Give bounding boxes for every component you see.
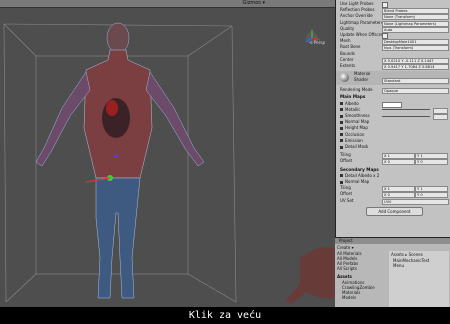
- map-label: Height Map: [345, 125, 368, 131]
- rendering-mode-label: Rendering Mode: [340, 87, 373, 93]
- field-label: Reflection Probes: [340, 7, 375, 13]
- offset-row: Offset X 0Y 0: [336, 158, 450, 166]
- map-label: Albedo: [345, 100, 359, 106]
- texture-slot-icon[interactable]: [340, 174, 343, 178]
- inspector-row: Quality Auto: [336, 25, 450, 33]
- field-label: Tiling: [340, 185, 351, 191]
- scene-render: [3, 22, 335, 304]
- project-tabbar: Project: [335, 238, 450, 244]
- inspector-row: Update When Offscreen: [336, 32, 450, 39]
- map-label: Emission: [345, 137, 363, 143]
- map-label: Smoothness: [345, 113, 370, 118]
- secondary-map-row: Normal Map: [336, 179, 450, 185]
- project-breadcrumb: Assets ▸ Scenes: [391, 252, 423, 257]
- map-row: Occlusion: [336, 132, 450, 138]
- texture-slot-icon[interactable]: [340, 114, 343, 118]
- map-row: Smoothness: [336, 113, 450, 120]
- tiling-row: Tiling X 1Y 1: [336, 152, 450, 160]
- map-label: Detail Albedo x 2: [345, 172, 380, 178]
- scene-toolbar: Gizmos ▾: [0, 0, 335, 8]
- texture-slot-icon[interactable]: [340, 120, 343, 124]
- inspector-row: Reflection Probes Blend Probes: [336, 7, 450, 15]
- shader-dropdown[interactable]: Standard: [382, 78, 449, 85]
- asset-folder[interactable]: Models: [337, 295, 387, 300]
- map-row: Metallic: [336, 106, 450, 114]
- texture-slot-icon[interactable]: [340, 133, 343, 137]
- project-tree: All Materials All Models All Prefabs All Sc…: [337, 251, 387, 300]
- uv-set-row: UV Set UV0: [336, 197, 450, 205]
- inspector-row: Anchor Override None (Transform): [336, 13, 450, 21]
- map-row: Normal Map: [336, 119, 450, 125]
- field-label: Update When Offscreen: [340, 32, 388, 37]
- add-component-button[interactable]: Add Component: [366, 206, 423, 216]
- map-row: Height Map: [336, 125, 450, 131]
- field-label: Quality: [340, 25, 355, 31]
- material-header: Material Shader Standard: [336, 71, 450, 86]
- field-label: Root Bone: [340, 44, 361, 50]
- material-preview-icon: [340, 73, 349, 83]
- field-label: Anchor Override: [340, 13, 373, 19]
- map-label: Occlusion: [345, 131, 365, 137]
- map-row: Detail Mask: [336, 144, 450, 150]
- texture-slot-icon[interactable]: [340, 180, 343, 184]
- inspector-row: Mesh DesktopMale1001: [336, 38, 450, 46]
- click-to-enlarge-caption[interactable]: Klik za veću: [0, 307, 450, 324]
- inspector-row: Extents X 0.9417 Y 1.7084 Z 0.6814: [336, 63, 450, 70]
- tab-project[interactable]: Project: [335, 238, 353, 243]
- rendering-mode-row: Rendering Mode Opaque: [336, 87, 450, 95]
- field-label: Mesh: [340, 38, 351, 44]
- gizmos-dropdown[interactable]: Gizmos ▾: [242, 0, 265, 7]
- map-label: Normal Map: [345, 179, 370, 184]
- vector-field[interactable]: Y 0: [415, 159, 448, 166]
- field-label: Center: [340, 56, 354, 62]
- tiling-row-secondary: Tiling X 1Y 1: [336, 185, 450, 193]
- inspector-row: Center X 0.0210 Y -0.111 Z 0.1447: [336, 56, 450, 64]
- texture-slot-icon[interactable]: [340, 108, 343, 112]
- inspector-row: Bounds: [336, 51, 450, 57]
- main-maps-title: Main Maps: [340, 94, 366, 100]
- rendering-mode-dropdown[interactable]: Opaque: [382, 88, 449, 95]
- field-label: Extents: [340, 63, 356, 68]
- slider[interactable]: [382, 109, 430, 111]
- field-label: Tiling: [340, 152, 351, 158]
- shader-label: Shader: [354, 77, 369, 83]
- field-label: Bounds: [340, 50, 355, 56]
- persp-label[interactable]: < Persp: [309, 40, 325, 45]
- texture-slot-icon[interactable]: [340, 145, 343, 149]
- uv-set-dropdown[interactable]: UV0: [382, 198, 449, 205]
- secondary-map-row: Detail Albedo x 2: [336, 173, 450, 179]
- inspector-row: Use Light Probes: [336, 1, 450, 8]
- create-button[interactable]: Create ▾: [337, 245, 354, 250]
- offset-row-secondary: Offset X 0Y 0: [336, 191, 450, 199]
- texture-slot-icon[interactable]: [340, 126, 343, 130]
- field-label: Offset: [340, 191, 353, 197]
- field-value[interactable]: X 0.9417 Y 1.7084 Z 0.6814: [382, 64, 449, 70]
- map-label: Normal Map: [345, 119, 370, 125]
- field-label: Use Light Probes: [340, 1, 374, 6]
- vector-field[interactable]: X 0: [382, 159, 415, 166]
- map-label: Detail Mask: [345, 144, 369, 149]
- slider[interactable]: [382, 115, 430, 117]
- secondary-maps-title: Secondary Maps: [340, 166, 379, 172]
- project-files: Assets ▸ Scenes MainMechanicTest Menu: [389, 251, 449, 307]
- map-label: Metallic: [345, 106, 361, 112]
- map-row: Albedo: [336, 100, 450, 108]
- uv-set-label: UV Set: [340, 197, 354, 203]
- field-label: Offset: [340, 158, 353, 164]
- texture-slot-icon[interactable]: [340, 139, 343, 143]
- map-row: Emission: [336, 138, 450, 144]
- scene-viewport[interactable]: Gizmos ▾ < Persp: [0, 0, 335, 307]
- inspector-panel: Use Light Probes Reflection Probes Blend P…: [335, 0, 450, 237]
- project-panel: Project Create ▾ All Materials All Models…: [335, 237, 450, 308]
- field-label: Lightmap Parameters: [340, 19, 384, 25]
- scene-file[interactable]: Menu: [389, 263, 449, 268]
- favorites-item[interactable]: All Scripts: [337, 266, 387, 271]
- inspector-row: Root Bone hips (Transform): [336, 44, 450, 52]
- inspector-row: Lightmap Parameters None (Lightmap Parame…: [336, 19, 450, 27]
- texture-slot-icon[interactable]: [340, 102, 343, 106]
